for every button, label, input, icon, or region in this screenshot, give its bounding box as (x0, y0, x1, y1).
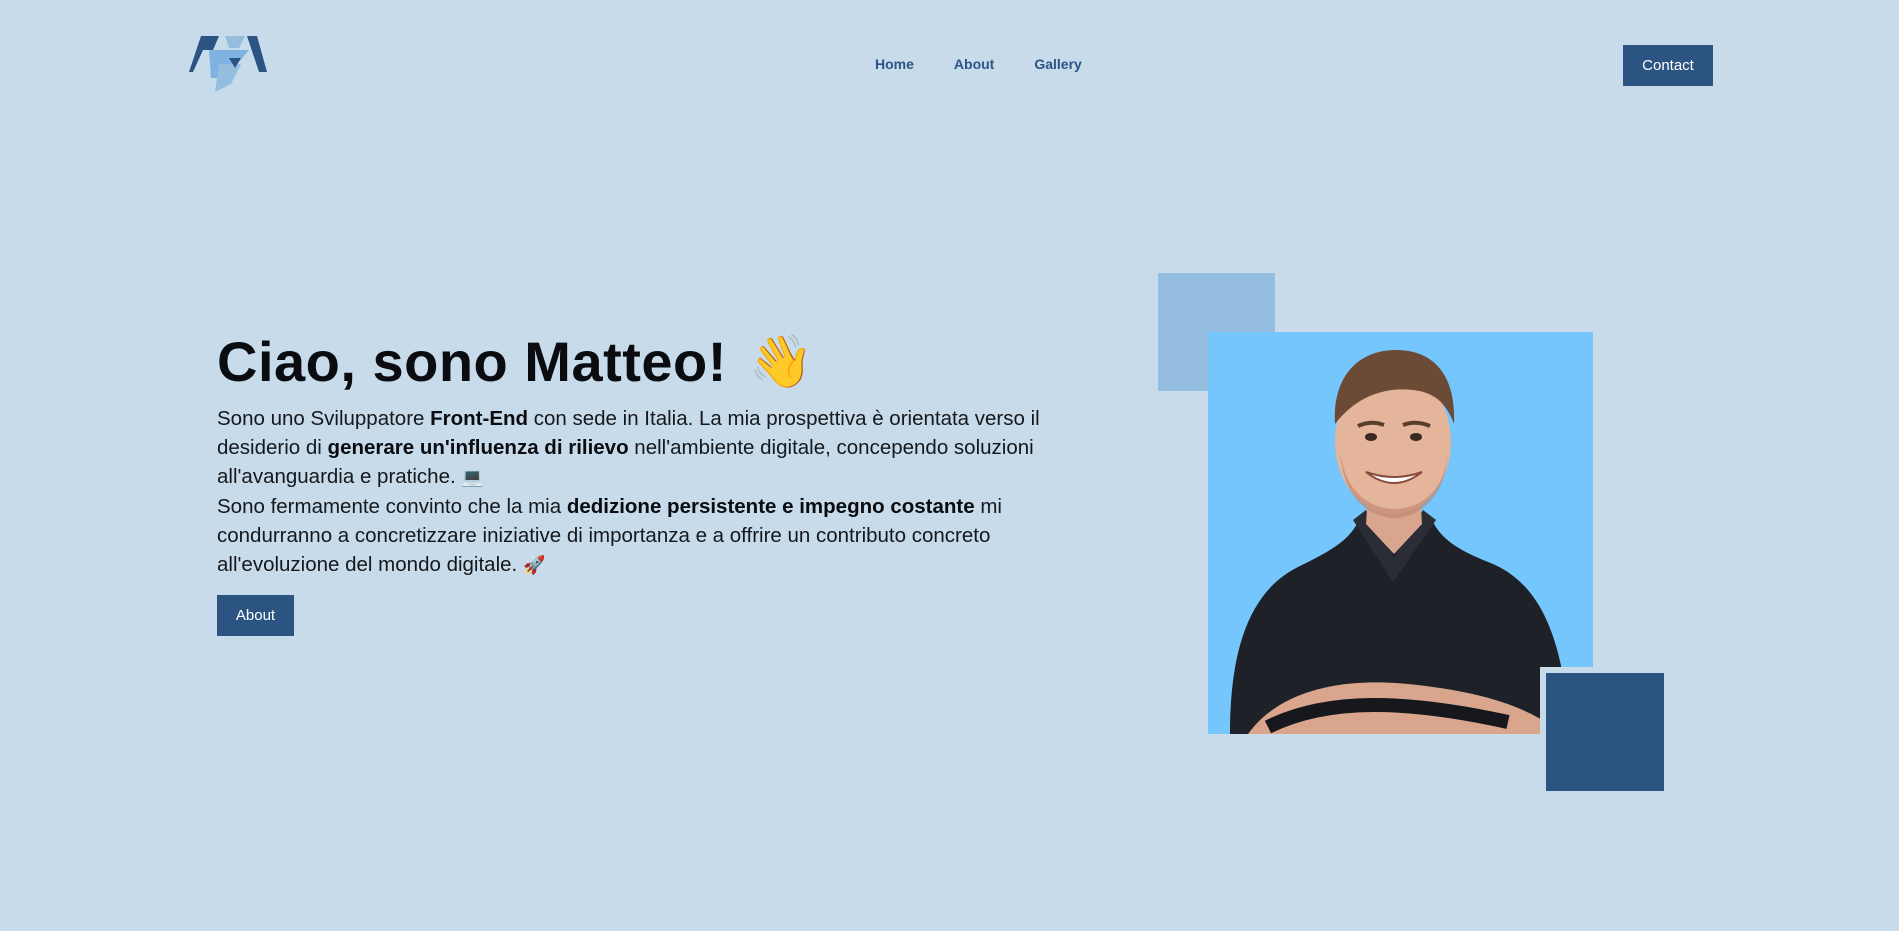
commitment-highlight: dedizione persistente e impegno costante (566, 495, 975, 518)
computer-icon: 💻 (461, 467, 484, 487)
nav-home-link[interactable]: Home (875, 56, 914, 72)
hero-description: Sono uno Sviluppatore Front-End con sede… (217, 404, 1087, 580)
nav-gallery-link[interactable]: Gallery (1034, 56, 1081, 72)
decorative-dark-square (1540, 667, 1670, 797)
intro-highlight-influence: generare un'influenza di rilievo (327, 436, 629, 459)
hero-title-row: Ciao, sono Matteo! 👋 (217, 330, 1087, 394)
logo-icon[interactable] (189, 36, 267, 92)
contact-button[interactable]: Contact (1623, 45, 1713, 86)
commitment-text: Sono fermamente convinto che la mia (217, 495, 567, 518)
hero-section: Ciao, sono Matteo! 👋 Sono uno Sviluppato… (217, 330, 1087, 636)
main-nav: Home About Gallery (875, 56, 1082, 72)
portrait-illustration (1230, 350, 1570, 734)
waving-hand-icon: 👋 (748, 333, 815, 391)
hero-title: Ciao, sono Matteo! (217, 330, 727, 393)
rocket-icon: 🚀 (522, 555, 546, 575)
profile-photo (1208, 332, 1593, 734)
intro-text: Sono uno Sviluppatore (217, 407, 431, 430)
nav-about-link[interactable]: About (954, 56, 994, 72)
page: Home About Gallery Contact Ciao, sono Ma… (0, 0, 1899, 931)
about-button[interactable]: About (217, 595, 294, 636)
intro-highlight-frontend: Front-End (430, 407, 529, 430)
